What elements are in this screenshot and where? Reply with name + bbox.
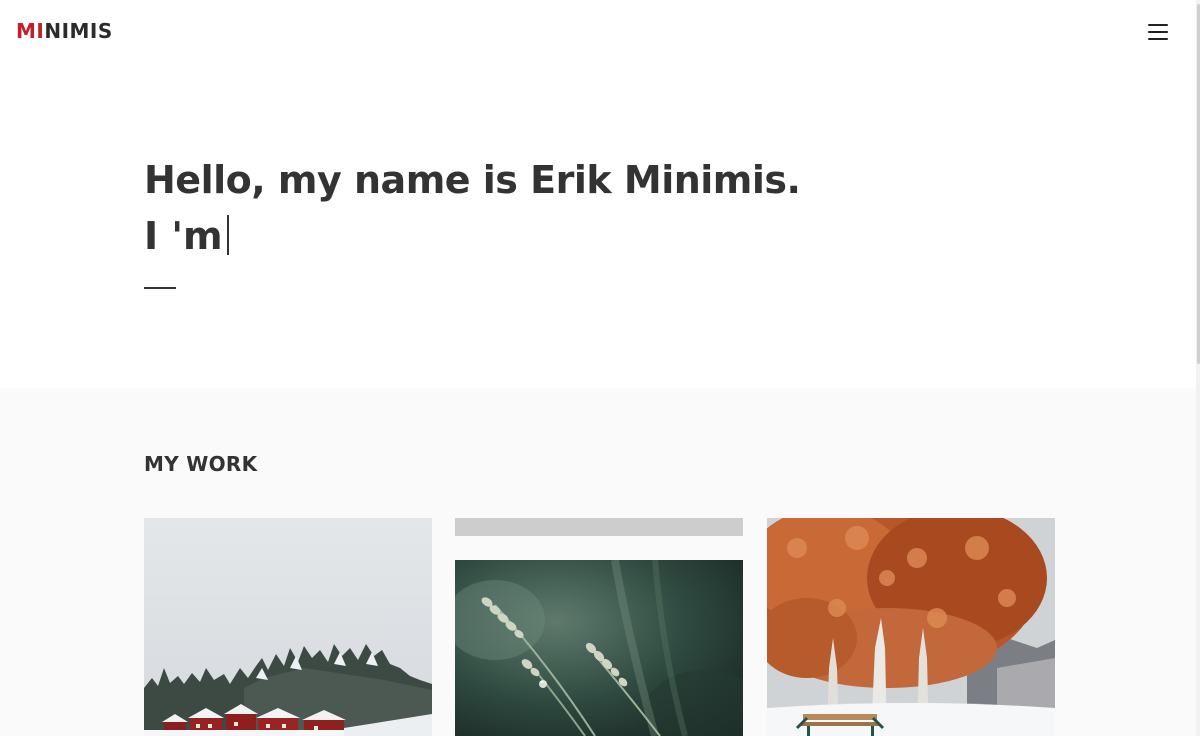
work-section: MY WORK [0, 388, 1196, 736]
logo-accent: MI [16, 19, 45, 43]
work-item-grass-seeds[interactable] [455, 560, 743, 736]
hero-typed-text: I 'm [144, 214, 223, 258]
work-item-autumn-tree[interactable] [767, 518, 1055, 736]
hero-typed-line: I 'm [144, 212, 229, 260]
snowy-village-image [144, 518, 432, 736]
scrollbar[interactable] [1196, 0, 1200, 736]
autumn-tree-image [767, 518, 1055, 736]
logo-rest: NIMIS [44, 19, 113, 43]
hamburger-menu-icon[interactable] [1146, 22, 1170, 42]
site-logo[interactable]: MINIMIS [16, 19, 113, 43]
image-loading-placeholder [455, 518, 743, 536]
grass-seeds-image [455, 560, 743, 736]
typing-caret [226, 215, 229, 255]
hero-divider [144, 287, 176, 289]
hero-greeting: Hello, my name is Erik Minimis. [144, 158, 801, 202]
work-item-snowy-village[interactable] [144, 518, 432, 736]
work-section-title: MY WORK [144, 452, 258, 476]
hero-section: Hello, my name is Erik Minimis. I 'm [0, 64, 1196, 388]
site-header: MINIMIS [0, 0, 1200, 64]
